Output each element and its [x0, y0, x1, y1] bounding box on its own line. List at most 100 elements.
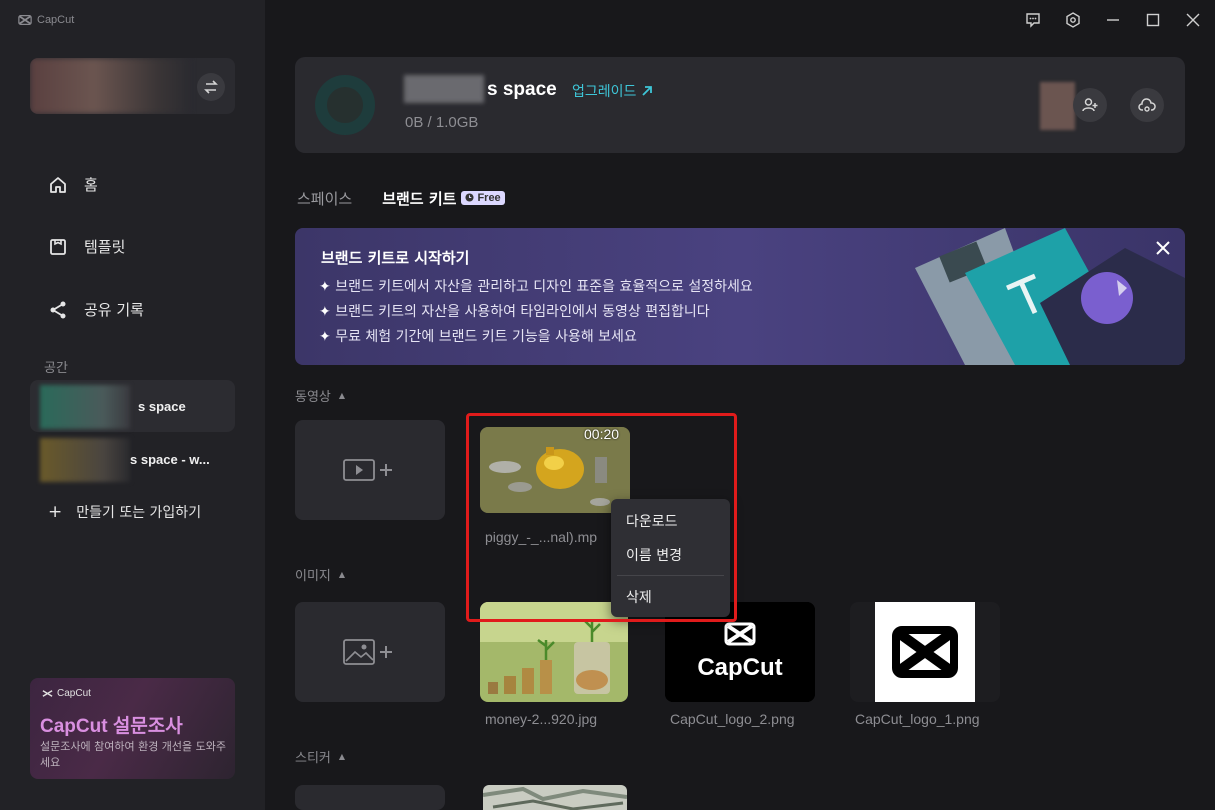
context-menu: 다운로드 이름 변경 삭제 — [611, 499, 730, 617]
survey-banner[interactable]: CapCut CapCut 설문조사 설문조사에 참여하여 환경 개선을 도와주… — [30, 678, 235, 779]
collapse-icon: ▲ — [338, 752, 346, 761]
add-video-button[interactable] — [295, 420, 445, 520]
collapse-icon: ▲ — [338, 391, 346, 400]
menu-item-download[interactable]: 다운로드 — [626, 511, 678, 531]
space-item[interactable]: s space — [30, 380, 235, 432]
tab-space[interactable]: 스페이스 — [297, 188, 352, 209]
sticker-thumbnail[interactable] — [483, 785, 627, 810]
tab-brand-kit[interactable]: 브랜드 키트 Free — [382, 188, 505, 209]
capcut-logo-text: CapCut — [697, 654, 782, 681]
group-sticker-header[interactable]: 스티커 ▲ — [295, 747, 345, 766]
image-file-name: CapCut_logo_1.png — [855, 711, 980, 727]
brand-kit-banner: 브랜드 키트로 시작하기 브랜드 키트에서 자산을 관리하고 디자인 표준을 효… — [295, 228, 1185, 365]
app-logo: CapCut — [18, 13, 74, 27]
nav-share-label: 공유 기록 — [84, 301, 144, 319]
nav-template-label: 템플릿 — [84, 238, 126, 256]
tab-space-label: 스페이스 — [297, 190, 353, 208]
banner-bullet: 브랜드 키트에서 자산을 관리하고 디자인 표준을 효율적으로 설정하세요 — [319, 275, 753, 300]
nav-home[interactable]: 홈 — [48, 174, 98, 195]
banner-bullets: 브랜드 키트에서 자산을 관리하고 디자인 표준을 효율적으로 설정하세요 브랜… — [319, 275, 753, 350]
space-title: s space — [487, 79, 557, 100]
menu-divider — [617, 575, 724, 576]
maximize-button[interactable] — [1143, 10, 1163, 30]
banner-bullet: 무료 체험 기간에 브랜드 키트 기능을 사용해 보세요 — [319, 325, 753, 350]
account-avatar — [30, 58, 190, 114]
sidebar: CapCut 홈 템플릿 공유 기록 공간 s space s space - … — [0, 0, 265, 810]
add-sticker-button[interactable] — [295, 785, 445, 810]
cloud-settings-button[interactable] — [1130, 88, 1164, 122]
space-name: s space - w... — [130, 452, 210, 467]
capcut-logo-icon — [42, 690, 53, 697]
create-or-join-button[interactable]: + 만들기 또는 가입하기 — [48, 502, 201, 522]
group-video-label: 동영상 — [295, 390, 331, 405]
template-icon — [50, 238, 66, 255]
account-switcher[interactable] — [30, 58, 235, 114]
image-thumbnail[interactable] — [850, 602, 1000, 702]
clock-icon — [465, 193, 474, 202]
banner-bullet: 브랜드 키트의 자산을 사용하여 타임라인에서 동영상 편집합니다 — [319, 300, 753, 325]
brand-kit-illustration — [915, 228, 1185, 365]
group-image-label: 이미지 — [295, 569, 331, 584]
space-avatar — [40, 438, 130, 482]
maximize-icon — [1146, 13, 1160, 27]
swap-icon — [204, 80, 218, 94]
add-image-icon — [343, 639, 392, 665]
add-member-button[interactable] — [1073, 88, 1107, 122]
upgrade-link[interactable]: 업그레이드 — [572, 81, 654, 101]
share-icon — [50, 301, 66, 318]
feedback-button[interactable] — [1023, 10, 1043, 30]
capcut-logo-white-thumbnail — [875, 602, 975, 702]
close-window-button[interactable] — [1183, 10, 1203, 30]
group-image-header[interactable]: 이미지 ▲ — [295, 565, 345, 584]
space-avatar — [40, 385, 130, 429]
space-title-blur — [404, 75, 484, 103]
add-video-icon — [343, 459, 392, 481]
nav-template[interactable]: 템플릿 — [48, 236, 125, 257]
cloud-gear-icon — [1138, 98, 1156, 112]
add-image-button[interactable] — [295, 602, 445, 702]
collapse-icon: ▲ — [338, 570, 346, 579]
close-icon — [1156, 241, 1170, 255]
add-user-icon — [1082, 98, 1098, 112]
tab-bar: 스페이스 브랜드 키트 Free — [297, 188, 505, 209]
space-name: s space — [138, 399, 186, 414]
money-plant-thumbnail — [480, 602, 628, 702]
banner-close-button[interactable] — [1153, 238, 1173, 258]
survey-title: CapCut 설문조사 — [40, 716, 183, 737]
free-badge-text: Free — [477, 191, 501, 204]
survey-desc: 설문조사에 참여하여 환경 개선을 도와주세요 — [40, 740, 227, 769]
survey-brand: CapCut — [42, 688, 91, 699]
swap-account-button[interactable] — [197, 73, 225, 101]
home-icon — [50, 176, 66, 193]
menu-item-delete[interactable]: 삭제 — [626, 587, 652, 607]
plus-icon: + — [48, 502, 63, 522]
close-icon — [1186, 13, 1200, 27]
free-badge: Free — [461, 190, 505, 205]
member-avatar — [1040, 82, 1075, 130]
menu-item-rename[interactable]: 이름 변경 — [626, 545, 682, 565]
survey-brand-text: CapCut — [57, 688, 91, 699]
app-name: CapCut — [37, 14, 75, 26]
settings-button[interactable] — [1063, 10, 1083, 30]
video-duration: 00:20 — [584, 426, 620, 442]
group-sticker-label: 스티커 — [295, 751, 331, 766]
group-video-header[interactable]: 동영상 ▲ — [295, 386, 345, 405]
capcut-logo-thumbnail: CapCut — [665, 602, 815, 702]
space-header-card: s space 업그레이드 0B / 1.0GB — [295, 57, 1185, 153]
image-thumbnail[interactable] — [480, 602, 628, 702]
banner-title: 브랜드 키트로 시작하기 — [321, 249, 470, 267]
image-thumbnail[interactable]: CapCut — [665, 602, 815, 702]
image-file-name: CapCut_logo_2.png — [670, 711, 795, 727]
window-controls — [1023, 10, 1203, 30]
minimize-button[interactable] — [1103, 10, 1123, 30]
nav-share-history[interactable]: 공유 기록 — [48, 299, 144, 320]
spaces-section-label: 공간 — [44, 361, 68, 376]
upgrade-label: 업그레이드 — [572, 84, 637, 100]
minimize-icon — [1107, 19, 1119, 21]
tab-brand-kit-label: 브랜드 키트 — [382, 190, 457, 208]
storage-usage: 0B / 1.0GB — [405, 114, 479, 131]
capcut-logo-icon — [18, 15, 32, 25]
space-avatar — [315, 75, 375, 135]
space-item[interactable]: s space - w... — [30, 433, 235, 485]
money-sticker-thumbnail — [483, 785, 627, 810]
